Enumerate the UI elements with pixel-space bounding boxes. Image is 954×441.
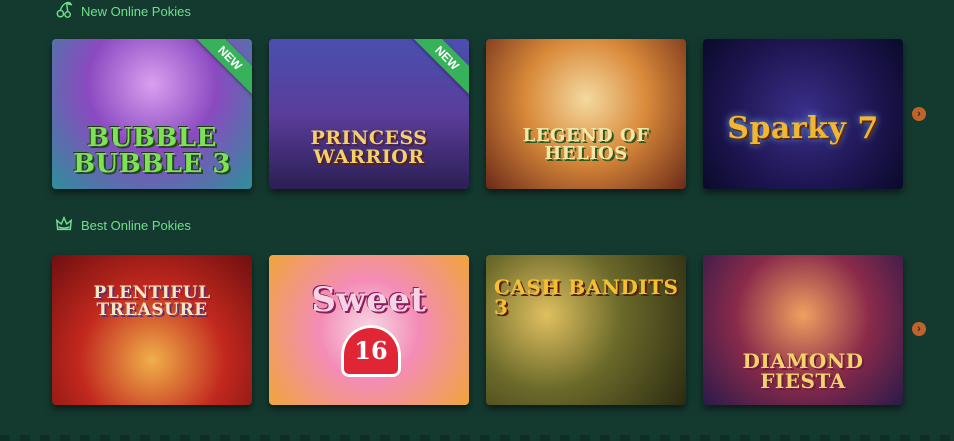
game-tile-princess-warrior[interactable]: NEW PRINCESS WARRIOR xyxy=(269,39,469,189)
game-title: PLENTIFUL TREASURE xyxy=(93,283,211,320)
next-arrow-button[interactable]: › xyxy=(912,322,926,336)
heart-number: 16 xyxy=(341,325,401,377)
cherries-icon xyxy=(55,1,73,22)
bottom-divider xyxy=(0,435,954,441)
game-tile-sparky-7[interactable]: Sparky 7 xyxy=(703,39,903,189)
game-row-new: NEW BUBBLE BUBBLE 3 NEW PRINCESS WARRIOR… xyxy=(52,39,903,189)
next-arrow-button[interactable]: › xyxy=(912,107,926,121)
game-title: Sparky 7 xyxy=(727,111,879,146)
game-tile-bubble-bubble-3[interactable]: NEW BUBBLE BUBBLE 3 xyxy=(52,39,252,189)
game-title: Sweet xyxy=(311,280,427,320)
game-title: BUBBLE BUBBLE 3 xyxy=(73,123,231,179)
game-title: PRINCESS WARRIOR xyxy=(310,127,428,168)
game-title: LEGEND OF HELIOS xyxy=(522,125,650,164)
game-tile-diamond-fiesta[interactable]: DIAMOND FIESTA xyxy=(703,255,903,405)
game-tile-plentiful-treasure[interactable]: PLENTIFUL TREASURE xyxy=(52,255,252,405)
game-tile-legend-of-helios[interactable]: LEGEND OF HELIOS xyxy=(486,39,686,189)
crown-icon xyxy=(55,215,73,236)
game-title: DIAMOND FIESTA xyxy=(742,349,864,393)
game-row-best: PLENTIFUL TREASURE Sweet 16 CASH BANDITS… xyxy=(52,255,903,405)
section-title-best-pokies: Best Online Pokies xyxy=(55,215,191,235)
section-title-text: Best Online Pokies xyxy=(81,217,191,233)
section-title-text: New Online Pokies xyxy=(81,3,191,19)
section-title-new-pokies: New Online Pokies xyxy=(55,1,191,21)
game-tile-sweet-16[interactable]: Sweet 16 xyxy=(269,255,469,405)
game-tile-cash-bandits-3[interactable]: CASH BANDITS 3 xyxy=(486,255,686,405)
new-badge: NEW xyxy=(405,39,469,100)
game-title: CASH BANDITS 3 xyxy=(494,275,679,319)
new-badge: NEW xyxy=(188,39,252,100)
